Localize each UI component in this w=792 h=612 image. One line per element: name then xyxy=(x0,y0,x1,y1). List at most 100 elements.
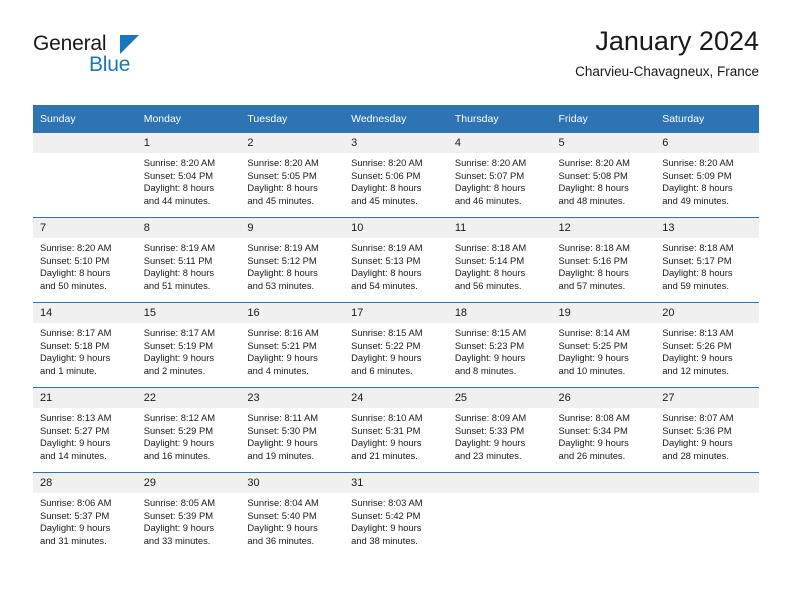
daylight-text-line1: Daylight: 9 hours xyxy=(40,352,111,364)
daylight-text-line2: and 6 minutes. xyxy=(351,364,413,376)
daylight-text-line1: Daylight: 9 hours xyxy=(662,437,733,449)
calendar-day-cell[interactable]: 22 Sunrise: 8:12 AM Sunset: 5:29 PM Dayligh… xyxy=(136,387,241,473)
sunrise-text: Sunrise: 8:18 AM xyxy=(558,242,630,253)
day-cell-content: 19 Sunrise: 8:14 AM Sunset: 5:25 PM Dayligh… xyxy=(551,303,656,387)
sunrise-text: Sunrise: 8:20 AM xyxy=(558,157,630,168)
sunset-text: Sunset: 5:25 PM xyxy=(558,339,628,351)
day-sun-info: Sunrise: 8:17 AM Sunset: 5:19 PM Daylight:… xyxy=(137,323,241,377)
daylight-text-line1: Daylight: 9 hours xyxy=(454,352,526,364)
day-cell-content: 25 Sunrise: 8:09 AM Sunset: 5:33 PM Dayligh… xyxy=(447,388,552,472)
day-sun-info: Sunrise: 8:17 AM Sunset: 5:18 PM Daylight:… xyxy=(33,323,137,377)
day-cell-content: 15 Sunrise: 8:17 AM Sunset: 5:19 PM Dayligh… xyxy=(136,303,241,387)
sunset-text: Sunset: 5:11 PM xyxy=(143,254,213,266)
day-sun-info: Sunrise: 8:20 AM Sunset: 5:04 PM Daylight:… xyxy=(137,153,241,207)
day-cell-content: 16 Sunrise: 8:16 AM Sunset: 5:21 PM Dayligh… xyxy=(240,303,345,387)
day-sun-info: Sunrise: 8:08 AM Sunset: 5:34 PM Daylight:… xyxy=(552,408,656,462)
day-cell-content xyxy=(551,473,656,557)
daylight-text-line2: and 59 minutes. xyxy=(662,279,729,291)
day-sun-info: Sunrise: 8:16 AM Sunset: 5:21 PM Daylight:… xyxy=(240,323,344,377)
daylight-text-line2: and 26 minutes. xyxy=(558,449,626,461)
daylight-text-line1: Daylight: 8 hours xyxy=(662,182,733,194)
page-subtitle: Charvieu-Chavagneux, France xyxy=(575,64,759,79)
sunrise-text: Sunrise: 8:06 AM xyxy=(40,497,112,508)
sunset-text: Sunset: 5:39 PM xyxy=(143,509,214,521)
day-number: 26 xyxy=(551,388,656,408)
calendar-day-cell[interactable]: 16 Sunrise: 8:16 AM Sunset: 5:21 PM Dayligh… xyxy=(240,302,345,388)
day-number: 1 xyxy=(136,133,241,153)
sunset-text: Sunset: 5:34 PM xyxy=(558,424,628,436)
daylight-text-line2: and 49 minutes. xyxy=(662,194,729,206)
day-number: 5 xyxy=(551,133,656,153)
daylight-text-line2: and 10 minutes. xyxy=(558,364,626,376)
daylight-text-line1: Daylight: 8 hours xyxy=(662,267,733,279)
calendar-day-cell[interactable]: 30 Sunrise: 8:04 AM Sunset: 5:40 PM Dayligh… xyxy=(240,472,345,557)
sunrise-text: Sunrise: 8:05 AM xyxy=(143,497,216,508)
calendar-day-cell[interactable]: 19 Sunrise: 8:14 AM Sunset: 5:25 PM Dayligh… xyxy=(551,302,656,388)
sunset-text: Sunset: 5:05 PM xyxy=(247,169,317,181)
calendar-day-cell[interactable]: 2 Sunrise: 8:20 AM Sunset: 5:05 PM Daylight… xyxy=(240,133,345,218)
calendar-day-cell[interactable]: 7 Sunrise: 8:20 AM Sunset: 5:10 PM Daylight… xyxy=(33,217,137,303)
day-cell-content: 6 Sunrise: 8:20 AM Sunset: 5:09 PM Daylight… xyxy=(655,133,759,217)
calendar-day-cell[interactable]: 6 Sunrise: 8:20 AM Sunset: 5:09 PM Daylight… xyxy=(655,133,759,218)
calendar-day-cell[interactable]: 4 Sunrise: 8:20 AM Sunset: 5:07 PM Daylight… xyxy=(447,133,552,218)
calendar-day-cell[interactable]: 29 Sunrise: 8:05 AM Sunset: 5:39 PM Dayligh… xyxy=(136,472,241,557)
calendar-day-cell[interactable]: 28 Sunrise: 8:06 AM Sunset: 5:37 PM Dayligh… xyxy=(33,472,137,557)
calendar-day-cell[interactable]: 24 Sunrise: 8:10 AM Sunset: 5:31 PM Dayligh… xyxy=(344,387,448,473)
sunrise-text: Sunrise: 8:04 AM xyxy=(247,497,319,508)
calendar-day-cell[interactable]: 9 Sunrise: 8:19 AM Sunset: 5:12 PM Daylight… xyxy=(240,217,345,303)
daylight-text-line2: and 38 minutes. xyxy=(351,534,418,546)
calendar-day-cell[interactable]: 10 Sunrise: 8:19 AM Sunset: 5:13 PM Dayligh… xyxy=(344,217,448,303)
calendar-week-row: 21 Sunrise: 8:13 AM Sunset: 5:27 PM Dayligh… xyxy=(33,387,759,473)
calendar-day-cell[interactable]: 23 Sunrise: 8:11 AM Sunset: 5:30 PM Dayligh… xyxy=(240,387,345,473)
day-number: 18 xyxy=(447,303,552,323)
calendar-day-cell[interactable]: 15 Sunrise: 8:17 AM Sunset: 5:19 PM Dayligh… xyxy=(136,302,241,388)
day-number: 16 xyxy=(240,303,345,323)
calendar-day-cell[interactable]: 31 Sunrise: 8:03 AM Sunset: 5:42 PM Dayligh… xyxy=(344,472,448,557)
calendar-head: Sunday Monday Tuesday Wednesday Thursday… xyxy=(33,105,759,133)
day-cell-content: 7 Sunrise: 8:20 AM Sunset: 5:10 PM Daylight… xyxy=(33,218,137,302)
day-sun-info: Sunrise: 8:14 AM Sunset: 5:25 PM Daylight:… xyxy=(552,323,656,377)
general-blue-logo: General Blue xyxy=(33,32,233,88)
calendar-day-cell[interactable]: 1 Sunrise: 8:20 AM Sunset: 5:04 PM Daylight… xyxy=(136,133,241,218)
daylight-text-line2: and 45 minutes. xyxy=(351,194,418,206)
calendar-day-cell[interactable]: 21 Sunrise: 8:13 AM Sunset: 5:27 PM Dayligh… xyxy=(33,387,137,473)
sunrise-text: Sunrise: 8:15 AM xyxy=(351,327,423,338)
calendar-day-cell[interactable]: 11 Sunrise: 8:18 AM Sunset: 5:14 PM Dayligh… xyxy=(447,217,552,303)
daylight-text-line1: Daylight: 8 hours xyxy=(143,182,215,194)
calendar-day-cell[interactable]: 17 Sunrise: 8:15 AM Sunset: 5:22 PM Dayligh… xyxy=(344,302,448,388)
calendar-day-cell[interactable]: 8 Sunrise: 8:19 AM Sunset: 5:11 PM Daylight… xyxy=(136,217,241,303)
logo-triangle-icon xyxy=(120,35,139,54)
sunset-text: Sunset: 5:29 PM xyxy=(143,424,214,436)
daylight-text-line2: and 16 minutes. xyxy=(143,449,211,461)
sunset-text: Sunset: 5:14 PM xyxy=(454,254,525,266)
sunset-text: Sunset: 5:08 PM xyxy=(558,169,628,181)
calendar-day-cell[interactable]: 18 Sunrise: 8:15 AM Sunset: 5:23 PM Dayligh… xyxy=(447,302,552,388)
day-cell-content: 29 Sunrise: 8:05 AM Sunset: 5:39 PM Dayligh… xyxy=(136,473,241,557)
weekday-header-wednesday: Wednesday xyxy=(344,105,448,133)
day-cell-content: 21 Sunrise: 8:13 AM Sunset: 5:27 PM Dayligh… xyxy=(33,388,137,472)
day-cell-content: 14 Sunrise: 8:17 AM Sunset: 5:18 PM Dayligh… xyxy=(33,303,137,387)
daylight-text-line1: Daylight: 9 hours xyxy=(247,352,318,364)
sunset-text: Sunset: 5:37 PM xyxy=(40,509,110,521)
day-number: 4 xyxy=(447,133,552,153)
calendar-day-cell[interactable]: 26 Sunrise: 8:08 AM Sunset: 5:34 PM Dayligh… xyxy=(551,387,656,473)
daylight-text-line2: and 51 minutes. xyxy=(143,279,211,291)
calendar-day-cell[interactable]: 20 Sunrise: 8:13 AM Sunset: 5:26 PM Dayligh… xyxy=(655,302,759,388)
sunset-text: Sunset: 5:16 PM xyxy=(558,254,628,266)
day-number: 25 xyxy=(447,388,552,408)
calendar-day-cell[interactable]: 25 Sunrise: 8:09 AM Sunset: 5:33 PM Dayligh… xyxy=(447,387,552,473)
calendar-day-cell[interactable]: 5 Sunrise: 8:20 AM Sunset: 5:08 PM Daylight… xyxy=(551,133,656,218)
daylight-text-line1: Daylight: 8 hours xyxy=(351,182,422,194)
daylight-text-line1: Daylight: 9 hours xyxy=(558,352,629,364)
daylight-text-line2: and 56 minutes. xyxy=(454,279,522,291)
calendar-week-row: 7 Sunrise: 8:20 AM Sunset: 5:10 PM Daylight… xyxy=(33,217,759,303)
daylight-text-line1: Daylight: 9 hours xyxy=(143,522,215,534)
calendar-day-cell[interactable]: 14 Sunrise: 8:17 AM Sunset: 5:18 PM Dayligh… xyxy=(33,302,137,388)
daylight-text-line2: and 44 minutes. xyxy=(143,194,211,206)
day-sun-info: Sunrise: 8:10 AM Sunset: 5:31 PM Daylight:… xyxy=(344,408,448,462)
calendar-day-cell[interactable]: 13 Sunrise: 8:18 AM Sunset: 5:17 PM Dayligh… xyxy=(655,217,759,303)
calendar-day-cell[interactable]: 27 Sunrise: 8:07 AM Sunset: 5:36 PM Dayligh… xyxy=(655,387,759,473)
calendar-day-cell[interactable]: 12 Sunrise: 8:18 AM Sunset: 5:16 PM Dayligh… xyxy=(551,217,656,303)
sunrise-text: Sunrise: 8:09 AM xyxy=(454,412,527,423)
calendar-day-cell[interactable]: 3 Sunrise: 8:20 AM Sunset: 5:06 PM Daylight… xyxy=(344,133,448,218)
